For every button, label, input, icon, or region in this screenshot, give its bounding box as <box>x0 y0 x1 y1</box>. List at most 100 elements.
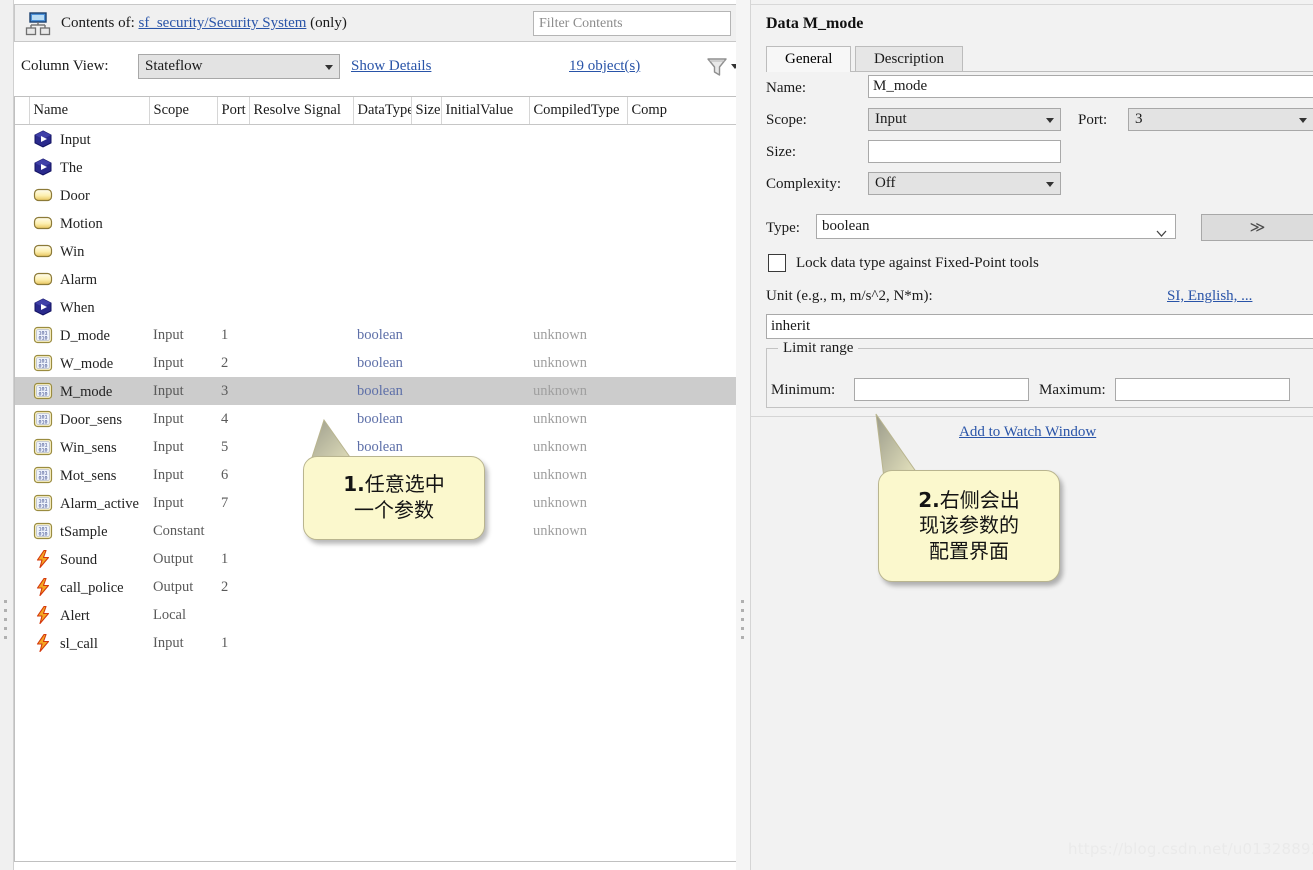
cell-name: 101010Mot_sens <box>29 461 149 489</box>
cell-resolve-signal <box>249 573 353 601</box>
col-header-blank[interactable] <box>15 97 29 125</box>
col-header-scope[interactable]: Scope <box>149 97 217 125</box>
contents-header-bar: Contents of: sf_security/Security System… <box>14 4 740 42</box>
col-header-initialvalue[interactable]: InitialValue <box>441 97 529 125</box>
tab-description[interactable]: Description <box>855 46 963 71</box>
table-row[interactable]: Door <box>15 181 739 209</box>
cell-comp <box>627 433 739 461</box>
cell-scope: Input <box>149 629 217 657</box>
column-view-toolbar: Column View: Stateflow Show Details 19 o… <box>14 52 740 82</box>
callout-2-line2: 右侧会出 <box>940 488 1020 512</box>
cell-datatype: boolean <box>353 377 411 405</box>
cell-datatype: boolean <box>353 321 411 349</box>
col-header-name[interactable]: Name <box>29 97 149 125</box>
table-row[interactable]: Win <box>15 237 739 265</box>
chevron-down-icon <box>1046 118 1054 123</box>
name-input[interactable]: M_mode <box>868 75 1313 98</box>
col-header-resolve-signal[interactable]: Resolve Signal <box>249 97 353 125</box>
col-header-comp[interactable]: Comp <box>627 97 739 125</box>
minimum-input[interactable] <box>854 378 1029 401</box>
cell-resolve-signal <box>249 601 353 629</box>
table-row[interactable]: sl_callInput1 <box>15 629 739 657</box>
cell-port: 5 <box>217 433 249 461</box>
type-value: boolean <box>822 218 869 234</box>
row-indent <box>15 545 29 573</box>
complexity-select[interactable]: Off <box>868 172 1061 195</box>
lock-data-type-checkbox[interactable] <box>768 254 786 272</box>
cell-comp <box>627 629 739 657</box>
cell-port: 6 <box>217 461 249 489</box>
tab-general[interactable]: General <box>766 46 851 71</box>
col-header-port[interactable]: Port <box>217 97 249 125</box>
top-divider <box>751 4 1313 5</box>
table-row[interactable]: The <box>15 153 739 181</box>
table-row[interactable]: Motion <box>15 209 739 237</box>
table-row[interactable]: When <box>15 293 739 321</box>
object-count-link[interactable]: 19 object(s) <box>569 58 640 75</box>
center-splitter[interactable] <box>736 0 750 870</box>
cell-compiledtype: unknown <box>529 377 627 405</box>
type-combobox[interactable]: boolean <box>816 214 1176 239</box>
svg-text:010: 010 <box>38 503 47 509</box>
cell-resolve-signal <box>249 153 353 181</box>
contents-path-link[interactable]: sf_security/Security System <box>139 15 307 31</box>
cell-initialvalue <box>441 237 529 265</box>
row-name-text: Win <box>60 244 84 260</box>
cell-comp <box>627 545 739 573</box>
col-header-datatype[interactable]: DataType <box>353 97 411 125</box>
cell-compiledtype: unknown <box>529 405 627 433</box>
maximum-input[interactable] <box>1115 378 1290 401</box>
table-row[interactable]: SoundOutput1 <box>15 545 739 573</box>
cell-resolve-signal <box>249 265 353 293</box>
scope-select[interactable]: Input <box>868 108 1061 131</box>
center-splitter-handle[interactable] <box>741 600 744 645</box>
cell-initialvalue <box>441 265 529 293</box>
cell-port: 7 <box>217 489 249 517</box>
row-indent <box>15 461 29 489</box>
cell-comp <box>627 573 739 601</box>
cell-initialvalue <box>441 125 529 154</box>
cell-datatype <box>353 629 411 657</box>
filter-contents-input[interactable] <box>533 11 731 36</box>
row-name-text: M_mode <box>60 384 112 400</box>
table-row[interactable]: 101010W_modeInput2booleanunknown <box>15 349 739 377</box>
cell-comp <box>627 209 739 237</box>
table-row[interactable]: 101010M_modeInput3booleanunknown <box>15 377 739 405</box>
cell-scope <box>149 237 217 265</box>
table-row[interactable]: AlertLocal <box>15 601 739 629</box>
table-row[interactable]: 101010D_modeInput1booleanunknown <box>15 321 739 349</box>
row-name-text: Alarm_active <box>60 496 139 512</box>
contents-prefix: Contents of: <box>61 15 135 31</box>
cell-initialvalue <box>441 349 529 377</box>
state-icon <box>33 298 53 316</box>
cell-resolve-signal <box>249 237 353 265</box>
table-row[interactable]: Input <box>15 125 739 154</box>
col-header-size[interactable]: Size <box>411 97 441 125</box>
chevron-down-icon <box>1046 182 1054 187</box>
row-name-text: Door_sens <box>60 412 122 428</box>
table-row[interactable]: Alarm <box>15 265 739 293</box>
svg-text:010: 010 <box>38 475 47 481</box>
show-details-link[interactable]: Show Details <box>351 58 431 75</box>
table-row[interactable]: call_policeOutput2 <box>15 573 739 601</box>
cell-initialvalue <box>441 377 529 405</box>
cell-size <box>411 237 441 265</box>
column-view-select[interactable]: Stateflow <box>138 54 340 79</box>
cell-size <box>411 321 441 349</box>
unit-input[interactable]: inherit <box>766 314 1313 339</box>
callout-2-line4: 配置界面 <box>918 539 1020 565</box>
col-header-compiledtype[interactable]: CompiledType <box>529 97 627 125</box>
cell-resolve-signal <box>249 125 353 154</box>
left-splitter-handle[interactable] <box>4 600 8 645</box>
cell-scope: Input <box>149 377 217 405</box>
left-gutter <box>0 0 14 870</box>
row-indent <box>15 405 29 433</box>
unit-reference-link[interactable]: SI, English, ... <box>1167 288 1252 305</box>
port-select[interactable]: 3 <box>1128 108 1313 131</box>
cell-port <box>217 153 249 181</box>
show-data-type-assistant-button[interactable]: ≫ <box>1201 214 1313 241</box>
cell-compiledtype: unknown <box>529 321 627 349</box>
size-input[interactable] <box>868 140 1061 163</box>
cell-scope: Local <box>149 601 217 629</box>
property-tabs: General Description <box>766 46 963 72</box>
